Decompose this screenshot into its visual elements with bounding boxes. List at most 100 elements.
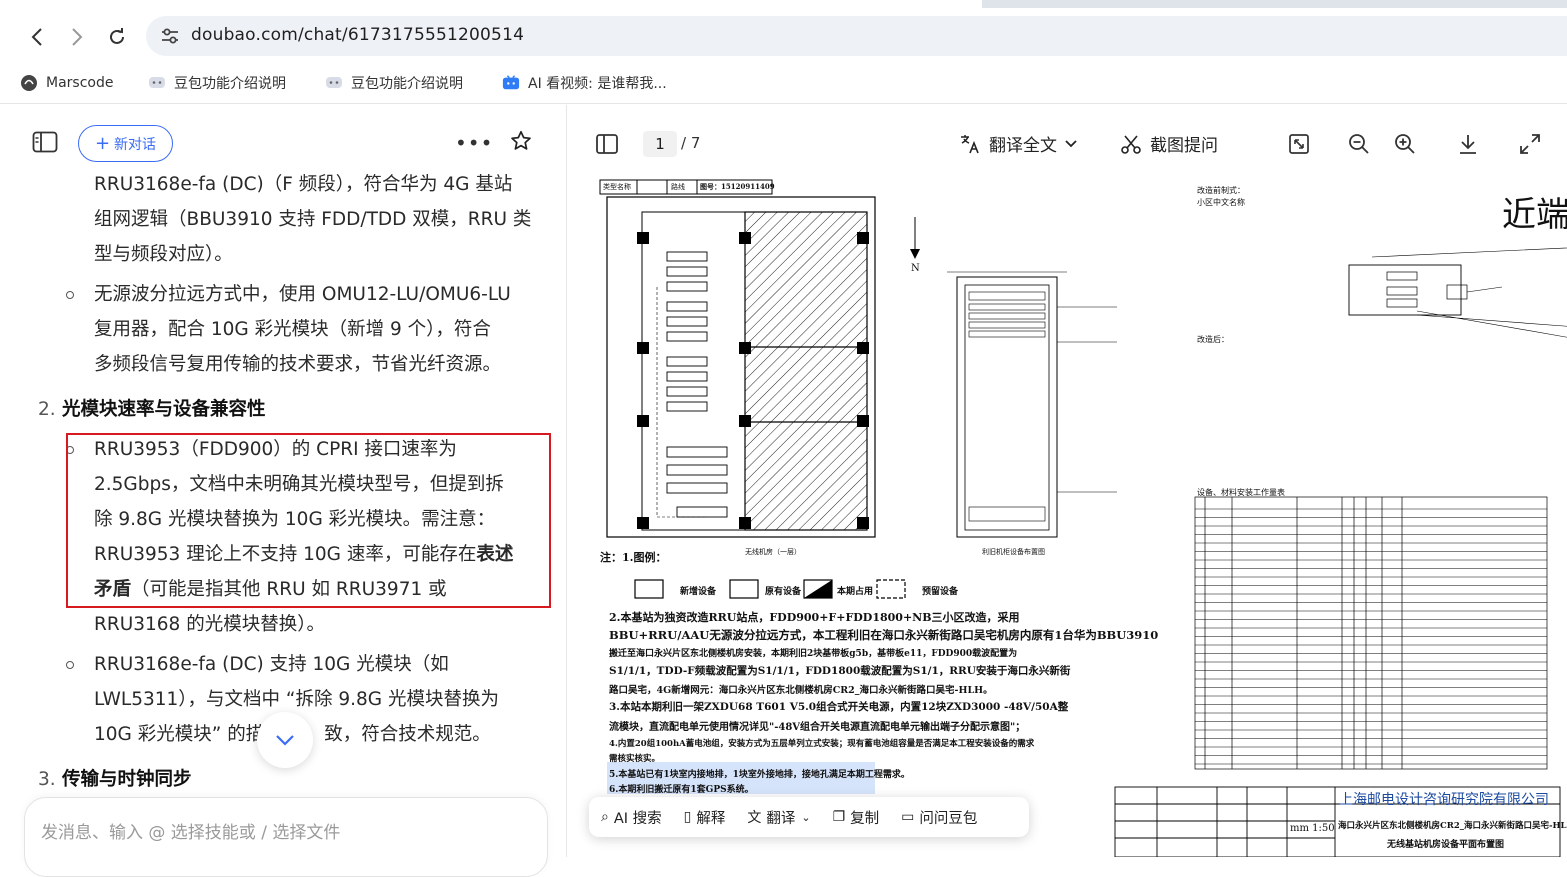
message-text: 10G 彩光模块” 的描 <box>94 724 265 745</box>
section-heading: 光模块速率与设备兼容性 <box>62 399 266 420</box>
translate-icon <box>961 134 979 153</box>
bookmark-label: AI 看视频: 是谁帮我... <box>528 76 667 92</box>
ai-search-label: AI 搜索 <box>613 810 662 827</box>
viewer-toolbar: 1 / 7 翻译全文 截图提问 <box>567 105 1567 177</box>
doubao-icon <box>325 74 343 92</box>
sidebar-toggle-icon[interactable] <box>32 131 58 153</box>
message-line: 多频段信号复用传输的技术要求，节省光纤资源。 <box>94 354 502 375</box>
bookmarks-bar: Marscode 豆包功能介绍说明 豆包功能介绍说明 AI 看视频: 是谁帮我.… <box>0 64 1567 104</box>
download-icon[interactable] <box>1456 132 1480 156</box>
near-end-label: 近端 <box>1502 195 1567 235</box>
title-drawing-sub: 无线基站机房设备平面布置图 <box>1387 840 1505 850</box>
chat-icon: ▭ <box>901 809 915 825</box>
ask-doubao-label: 问问豆包 <box>919 810 978 827</box>
explain-label: 解释 <box>696 810 726 827</box>
bookmark-ai-video[interactable]: AI 看视频: 是谁帮我... <box>502 72 667 94</box>
bookmark-doubao-intro-2[interactable]: 豆包功能介绍说明 <box>325 72 463 94</box>
forward-button[interactable] <box>62 22 92 52</box>
header-cell: 路线 <box>671 183 685 191</box>
title-organization: 上海邮电设计咨询研究院有限公司 <box>1339 792 1549 808</box>
new-chat-button[interactable]: + 新对话 <box>78 125 173 162</box>
note-line: 4.内置20组100hA蓄电池组，安装方式为五层单列立式安装；现有蓄电池组容量是… <box>609 739 1035 749</box>
zoom-in-icon[interactable] <box>1393 132 1417 156</box>
ai-search-button[interactable]: ⌕ AI 搜索 <box>601 807 662 828</box>
header-cell: 图号：15120911409 <box>700 182 775 191</box>
screenshot-ask-button[interactable]: 截图提问 <box>1120 131 1218 156</box>
legend-item: 原有设备 <box>765 587 802 597</box>
reload-button[interactable] <box>102 22 132 52</box>
bookmark-label: Marscode <box>46 75 114 91</box>
note-line: 搬迁至海口永兴片区东北侧楼机房安装，本期利旧2块基带板g5b，基带板e11，FD… <box>609 649 1018 659</box>
note-line: 5.本基站已有1块室内接地排，1块室外接地排，接地孔满足本期工程需求。 <box>609 770 910 780</box>
new-chat-label: 新对话 <box>114 136 157 153</box>
url-text: doubao.com/chat/6173175551200514 <box>191 25 525 45</box>
page-number-input[interactable]: 1 <box>643 131 677 157</box>
legend-item: 本期占用 <box>837 587 874 597</box>
back-button[interactable] <box>22 22 52 52</box>
header-cell: 类型名称 <box>603 183 631 191</box>
marscode-icon <box>20 74 38 92</box>
message-line: 组网逻辑（BBU3910 支持 FDD/TDD 双模，RRU 类 <box>94 209 532 230</box>
explain-icon: ▯ <box>683 809 692 825</box>
copy-icon: ❐ <box>832 809 846 825</box>
note-line: BBU+RRU/AAU无源波分拉远方式，本工程利旧在海口永兴新街路口吴宅机房内原… <box>609 628 1159 642</box>
pdf-page: 类型名称 路线 图号：15120911409 N 近端 改造前制式： 小区中文名… <box>597 177 1567 857</box>
right-notes-title: 改造前制式： <box>1197 186 1245 195</box>
browser-toolbar: doubao.com/chat/6173175551200514 <box>0 10 1567 64</box>
list-bullet <box>66 661 74 669</box>
chat-header: + 新对话 ••• <box>0 105 566 167</box>
list-bullet <box>66 291 74 299</box>
section-number: 3. <box>38 769 56 790</box>
message-line: LWL5311），与文档中 “拆除 9.8G 光模块替换为 <box>94 689 500 710</box>
tab-strip-background <box>982 0 1567 8</box>
section-number: 2. <box>38 399 56 420</box>
sidebar-toggle-icon[interactable] <box>595 132 619 156</box>
address-bar[interactable]: doubao.com/chat/6173175551200514 <box>146 16 1567 56</box>
message-line: RRU3168e-fa (DC)（F 频段），符合华为 4G 基站 <box>94 174 513 195</box>
plus-icon: + <box>94 133 111 154</box>
explain-button[interactable]: ▯ 解释 <box>684 807 726 828</box>
bookmark-label: 豆包功能介绍说明 <box>174 76 286 92</box>
title-scale: mm 1:50 <box>1290 823 1335 834</box>
note-line: S1/1/1，TDD-F频载波配置为S1/1/1，FDD1800载波配置为S1/… <box>609 665 1071 677</box>
bookmark-label: 豆包功能介绍说明 <box>351 76 463 92</box>
screenshot-label: 截图提问 <box>1150 136 1218 156</box>
floor-label: 无线机房（一层） <box>745 548 801 556</box>
legend-title: 注：1.图例： <box>600 551 667 564</box>
north-label: N <box>911 263 920 274</box>
search-icon: ⌕ <box>601 809 609 825</box>
bookmark-marscode[interactable]: Marscode <box>20 72 113 94</box>
translate-button[interactable]: 文翻译 ⌄ <box>747 807 810 828</box>
tv-icon <box>502 74 520 92</box>
title-drawing: 海口永兴片区东北侧楼机房CR2_海口永兴新街路口吴宅-HLH <box>1338 821 1567 831</box>
fullscreen-icon[interactable] <box>1518 132 1542 156</box>
document-viewer: 1 / 7 翻译全文 截图提问 类型名称 路线 图号：15120911409 N… <box>567 105 1567 857</box>
site-settings-icon[interactable] <box>160 26 180 46</box>
doubao-icon <box>148 74 166 92</box>
fit-page-icon[interactable] <box>1287 132 1311 156</box>
message-input[interactable]: 发消息、输入 @ 选择技能或 / 选择文件 <box>24 797 548 877</box>
scroll-to-bottom-button[interactable] <box>257 712 313 768</box>
star-icon[interactable] <box>510 130 532 152</box>
bookmark-doubao-intro[interactable]: 豆包功能介绍说明 <box>148 72 286 94</box>
note-line: 3.本站本期利旧一架ZXDU68 T601 V5.0组合式开关电源，内置12块Z… <box>609 701 1069 713</box>
reload-icon <box>110 28 124 44</box>
translate-label: 翻译全文 <box>989 136 1057 156</box>
copy-button[interactable]: ❐ 复制 <box>833 807 880 828</box>
more-options-icon[interactable]: ••• <box>455 131 493 155</box>
table-title: 设备、材料安装工作量表 <box>1197 488 1285 497</box>
legend-item: 新增设备 <box>680 587 717 597</box>
zoom-out-icon[interactable] <box>1347 132 1371 156</box>
page-total: / 7 <box>681 134 701 152</box>
rack-label: 利旧机柜设备布置图 <box>982 548 1045 556</box>
note-line: 2.本基站为独资改造RRU站点，FDD900+F+FDD1800+NB三小区改造… <box>609 611 1020 624</box>
chevron-down-icon: ⌄ <box>801 810 811 824</box>
ask-doubao-button[interactable]: ▭ 问问豆包 <box>901 807 977 828</box>
note-line: 路口吴宅，4G新增网元：海口永兴片区东北侧楼机房CR2_海口永兴新街路口吴宅-H… <box>609 685 993 696</box>
translate-icon: 文 <box>747 810 762 826</box>
message-line: 复用器，配合 10G 彩光模块（新增 9 个），符合 <box>94 319 491 340</box>
message-line: RRU3168e-fa (DC) 支持 10G 光模块（如 <box>94 654 449 675</box>
translate-all-button[interactable]: 翻译全文 <box>959 131 1085 156</box>
input-placeholder: 发消息、输入 @ 选择技能或 / 选择文件 <box>41 823 341 843</box>
chevron-down-icon <box>276 735 294 746</box>
